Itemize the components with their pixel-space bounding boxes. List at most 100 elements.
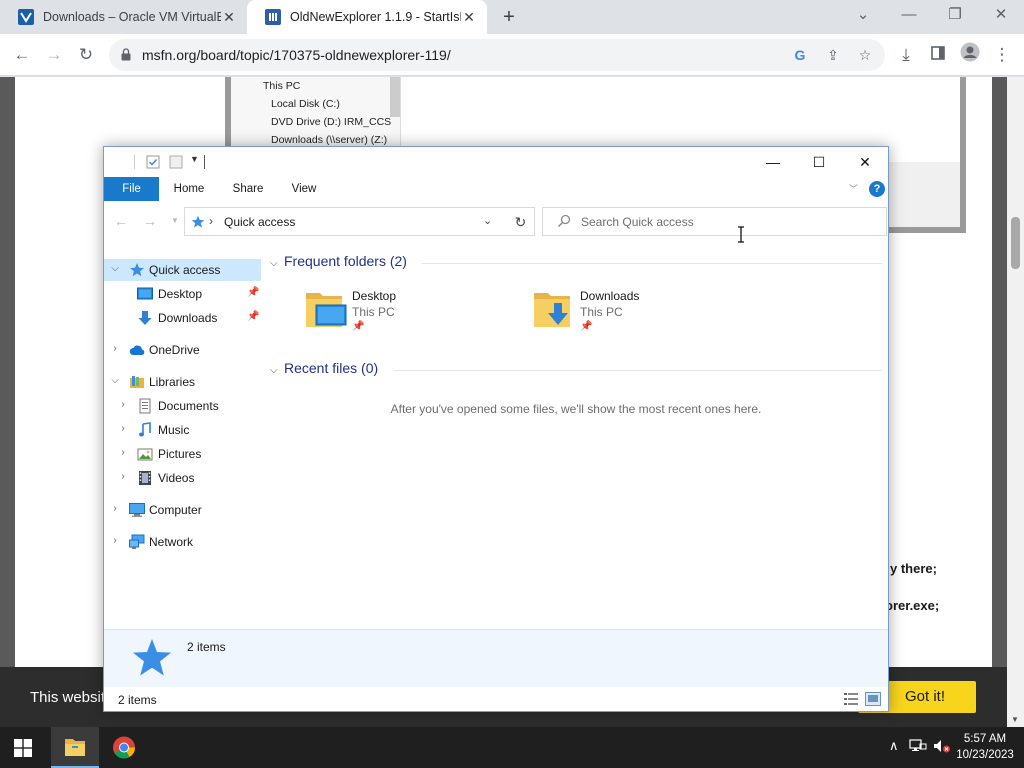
- nav-item-videos[interactable]: › Videos: [104, 467, 261, 489]
- new-folder-icon[interactable]: [169, 155, 183, 169]
- folder-tile-downloads[interactable]: Downloads This PC 📌: [532, 287, 732, 337]
- google-icon[interactable]: G: [791, 46, 809, 64]
- forward-arrow-icon[interactable]: →: [141, 213, 159, 229]
- close-icon[interactable]: ✕: [221, 9, 237, 25]
- tab-share[interactable]: Share: [224, 177, 272, 201]
- nav-item-onedrive[interactable]: › OneDrive: [104, 339, 261, 361]
- address-box[interactable]: › Quick access ⌄: [184, 207, 520, 236]
- embedded-tree-item: This PC: [263, 80, 301, 92]
- details-view-icon[interactable]: [843, 692, 859, 706]
- maximize-icon[interactable]: ☐: [796, 147, 842, 177]
- restore-icon[interactable]: ❐: [932, 0, 978, 30]
- close-window-icon[interactable]: ✕: [978, 0, 1024, 30]
- system-clock[interactable]: 5:57 AM 10/23/2023: [952, 731, 1018, 763]
- chevron-right-icon[interactable]: ›: [110, 503, 120, 514]
- quick-access-star-icon: [130, 263, 144, 277]
- page-text-fragment: y there;: [890, 561, 937, 576]
- nav-item-pictures[interactable]: › Pictures: [104, 443, 261, 465]
- profile-avatar-icon[interactable]: [957, 42, 983, 68]
- nav-label: Libraries: [149, 375, 196, 389]
- file-explorer-window: ▼ — ☐ ✕ File Home Share View ﹀ ? ← → ▼ ›…: [103, 146, 889, 712]
- address-history-chevron-down-icon[interactable]: ⌄: [483, 214, 492, 227]
- tab-virtualbox[interactable]: Downloads – Oracle VM VirtualBox ✕: [0, 0, 247, 34]
- help-icon[interactable]: ?: [869, 181, 885, 197]
- address-text: Quick access: [224, 215, 296, 229]
- expanded-chevron-down-icon[interactable]: ⌵: [110, 375, 120, 386]
- lock-icon: [121, 48, 131, 61]
- tab-file[interactable]: File: [104, 177, 159, 201]
- nav-label: Quick access: [149, 263, 221, 277]
- refresh-icon[interactable]: ↻: [507, 207, 535, 236]
- taskbar-chrome[interactable]: [100, 727, 148, 768]
- chevron-right-icon[interactable]: ›: [110, 535, 120, 546]
- kebab-menu-icon[interactable]: ⋮: [989, 42, 1015, 68]
- cookie-text: This website: [30, 689, 114, 706]
- minimize-icon[interactable]: —: [886, 0, 932, 30]
- close-icon[interactable]: ✕: [461, 9, 477, 25]
- group-header-recent-files[interactable]: ⌵ Recent files (0): [270, 360, 378, 380]
- nav-item-desktop[interactable]: Desktop 📌: [104, 283, 261, 305]
- network-status-icon[interactable]: [909, 738, 927, 757]
- address-bar[interactable]: msfn.org/board/topic/170375-oldnewexplor…: [109, 39, 885, 71]
- new-tab-button[interactable]: +: [498, 6, 520, 28]
- tab-title: Downloads – Oracle VM VirtualBox: [43, 10, 221, 24]
- nav-item-music[interactable]: › Music: [104, 419, 261, 441]
- show-hidden-icons-chevron-up-icon[interactable]: ∧: [889, 738, 899, 754]
- tab-view[interactable]: View: [282, 177, 326, 201]
- minimize-icon[interactable]: —: [750, 147, 796, 177]
- chevron-right-icon[interactable]: ›: [118, 471, 128, 482]
- nav-label: Videos: [158, 471, 195, 485]
- bookmark-star-icon[interactable]: ☆: [856, 46, 874, 64]
- close-icon[interactable]: ✕: [842, 147, 888, 177]
- back-arrow-icon[interactable]: ←: [112, 213, 130, 229]
- chevron-right-icon[interactable]: ›: [118, 399, 128, 410]
- side-panel-icon[interactable]: [925, 42, 951, 68]
- nav-item-network[interactable]: › Network: [104, 531, 261, 553]
- nav-label: Computer: [149, 503, 202, 517]
- taskbar-file-explorer[interactable]: [51, 727, 99, 768]
- recent-locations-chevron-down-icon[interactable]: ▼: [166, 213, 184, 229]
- tab-oldnewexplorer[interactable]: OldNewExplorer 1.1.9 - StartIsBack ✕: [247, 0, 487, 34]
- search-box[interactable]: [542, 207, 887, 236]
- reload-icon[interactable]: ↻: [73, 42, 99, 68]
- clock-time: 5:57 AM: [963, 733, 1007, 745]
- nav-item-computer[interactable]: › Computer: [104, 499, 261, 521]
- nav-label: Pictures: [158, 447, 202, 461]
- expand-ribbon-chevron-down-icon[interactable]: ﹀: [849, 182, 858, 195]
- share-icon[interactable]: ⇪: [824, 46, 842, 64]
- folder-tile-desktop[interactable]: Desktop This PC 📌: [304, 287, 504, 337]
- nav-label: Documents: [158, 399, 219, 413]
- nav-item-documents[interactable]: › Documents: [104, 395, 261, 417]
- tab-search-chevron-down-icon[interactable]: ⌄: [840, 0, 886, 30]
- customize-qat-chevron-down-icon[interactable]: ▼: [190, 154, 199, 168]
- back-arrow-icon[interactable]: ←: [9, 42, 35, 68]
- explorer-navbar: ← → ▼ › Quick access ⌄ ↻: [104, 203, 888, 239]
- network-icon: [129, 534, 145, 549]
- download-icon[interactable]: ⤓: [893, 42, 919, 68]
- file-explorer-folder-icon: [65, 739, 85, 756]
- taskbar: ∧ 5:57 AM 10/23/2023: [0, 727, 1024, 768]
- chevron-right-icon[interactable]: ›: [118, 423, 128, 434]
- chevron-right-icon[interactable]: ›: [110, 343, 120, 354]
- windows-start-icon[interactable]: [14, 739, 32, 757]
- group-header-frequent-folders[interactable]: ⌵ Frequent folders (2): [270, 253, 407, 273]
- nav-item-downloads[interactable]: Downloads 📌: [104, 307, 261, 329]
- chevron-right-icon[interactable]: ›: [118, 447, 128, 458]
- collapse-chevron-down-icon[interactable]: ⌵: [270, 365, 284, 376]
- forward-arrow-icon[interactable]: →: [41, 42, 67, 68]
- properties-icon[interactable]: [146, 155, 160, 169]
- tab-home[interactable]: Home: [166, 177, 212, 201]
- explorer-titlebar[interactable]: ▼ — ☐ ✕: [104, 147, 888, 177]
- collapse-chevron-down-icon[interactable]: ⌵: [270, 258, 284, 269]
- qat-separator: [204, 155, 205, 169]
- scroll-down-arrow-icon[interactable]: ▼: [1011, 715, 1019, 724]
- nav-item-quick-access[interactable]: ⌵ Quick access: [104, 259, 261, 281]
- large-icons-view-icon[interactable]: [865, 692, 881, 706]
- scrollbar-thumb[interactable]: [1011, 217, 1020, 269]
- expanded-chevron-down-icon[interactable]: ⌵: [110, 263, 120, 274]
- nav-item-libraries[interactable]: ⌵ Libraries: [104, 371, 261, 393]
- search-input[interactable]: [581, 213, 871, 231]
- embedded-scrollbar: [390, 77, 400, 117]
- speaker-muted-icon[interactable]: [933, 738, 951, 757]
- page-scrollbar[interactable]: ▼: [1007, 77, 1024, 727]
